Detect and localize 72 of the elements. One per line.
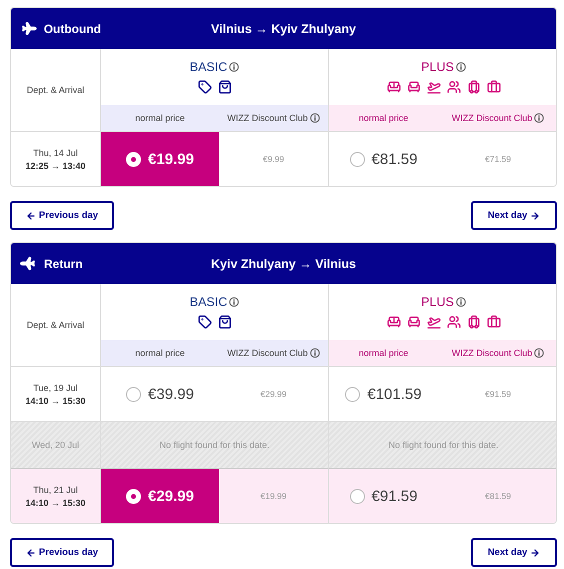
suitcase-icon (466, 315, 480, 329)
radio-button[interactable] (126, 386, 142, 402)
fare-option[interactable]: €29.99 (101, 469, 219, 523)
direction-label: Outbound (44, 22, 101, 36)
tag-icon (198, 80, 212, 94)
previous-day-button[interactable]: Previous day (10, 201, 114, 230)
column-subheader: WIZZ Discount Club (227, 113, 308, 123)
no-flight-message: No flight found for this date. (388, 440, 499, 450)
fare-name: PLUS (421, 60, 454, 74)
club-price: €29.99 (260, 389, 286, 399)
seat-icon (386, 315, 400, 329)
info-icon[interactable] (310, 348, 320, 358)
route-title: Kyiv Zhulyany → Vilnius (210, 256, 357, 270)
radio-button[interactable] (350, 488, 365, 504)
club-price: €19.99 (260, 491, 286, 501)
radio-button[interactable] (350, 152, 365, 166)
plane-takeoff-icon (426, 315, 440, 329)
previous-day-button[interactable]: Previous day (10, 538, 114, 567)
column-subheader: normal price (135, 113, 185, 123)
info-icon[interactable] (456, 62, 466, 72)
info-icon[interactable] (534, 113, 544, 123)
next-day-button[interactable]: Next day (471, 201, 557, 230)
fare-name: BASIC (190, 295, 228, 309)
bag-icon (218, 315, 232, 329)
column-subheader: WIZZ Discount Club (227, 348, 308, 358)
info-icon[interactable] (229, 297, 240, 307)
armchair-icon (406, 315, 420, 329)
info-icon[interactable] (310, 113, 320, 123)
info-icon[interactable] (229, 62, 240, 72)
club-price: €9.99 (262, 154, 284, 164)
info-icon[interactable] (534, 348, 544, 358)
fare-option[interactable]: €91.59 (329, 469, 438, 523)
info-icon[interactable] (456, 297, 466, 307)
people-icon (446, 80, 460, 94)
arrow-right-icon (530, 548, 540, 558)
radio-button[interactable] (126, 152, 142, 166)
arrow-right-icon (530, 210, 540, 220)
bag-icon (486, 315, 500, 329)
flight-times: 12:25 → 13:40 (25, 160, 86, 170)
column-subheader: normal price (135, 348, 185, 358)
seat-icon (386, 80, 400, 94)
route-title: Vilnius → Kyiv Zhulyany (210, 22, 357, 36)
radio-button[interactable] (345, 386, 360, 402)
club-price: €71.59 (485, 154, 511, 164)
column-subheader: WIZZ Discount Club (452, 348, 532, 358)
no-flight-message: No flight found for this date. (159, 440, 270, 450)
club-price: €91.59 (485, 389, 511, 399)
club-price: €81.59 (485, 491, 511, 501)
radio-button[interactable] (126, 488, 142, 504)
arrow-left-icon (26, 210, 36, 220)
people-icon (446, 315, 460, 329)
plane-takeoff-icon (426, 80, 440, 94)
flight-date: Thu, 21 Jul (33, 484, 78, 494)
next-day-button[interactable]: Next day (471, 538, 557, 567)
fare-name: BASIC (190, 60, 228, 74)
flight-times: 14:10 → 15:30 (25, 396, 86, 406)
tag-icon (198, 315, 212, 329)
fare-option[interactable]: €19.99 (101, 132, 219, 186)
armchair-icon (406, 80, 420, 94)
flight-date: Wed, 20 Jul (32, 440, 80, 450)
fare-name: PLUS (421, 295, 454, 309)
bag-icon (218, 80, 232, 94)
flight-times: 14:10 → 15:30 (25, 498, 86, 508)
flight-date: Tue, 19 Jul (33, 382, 78, 392)
flight-date: Thu, 14 Jul (33, 148, 78, 158)
bag-icon (486, 80, 500, 94)
column-subheader: normal price (358, 113, 408, 123)
column-subheader: WIZZ Discount Club (452, 113, 532, 123)
arrow-left-icon (26, 548, 36, 558)
suitcase-icon (466, 80, 480, 94)
direction-label: Return (44, 256, 83, 270)
column-subheader: normal price (358, 348, 408, 358)
